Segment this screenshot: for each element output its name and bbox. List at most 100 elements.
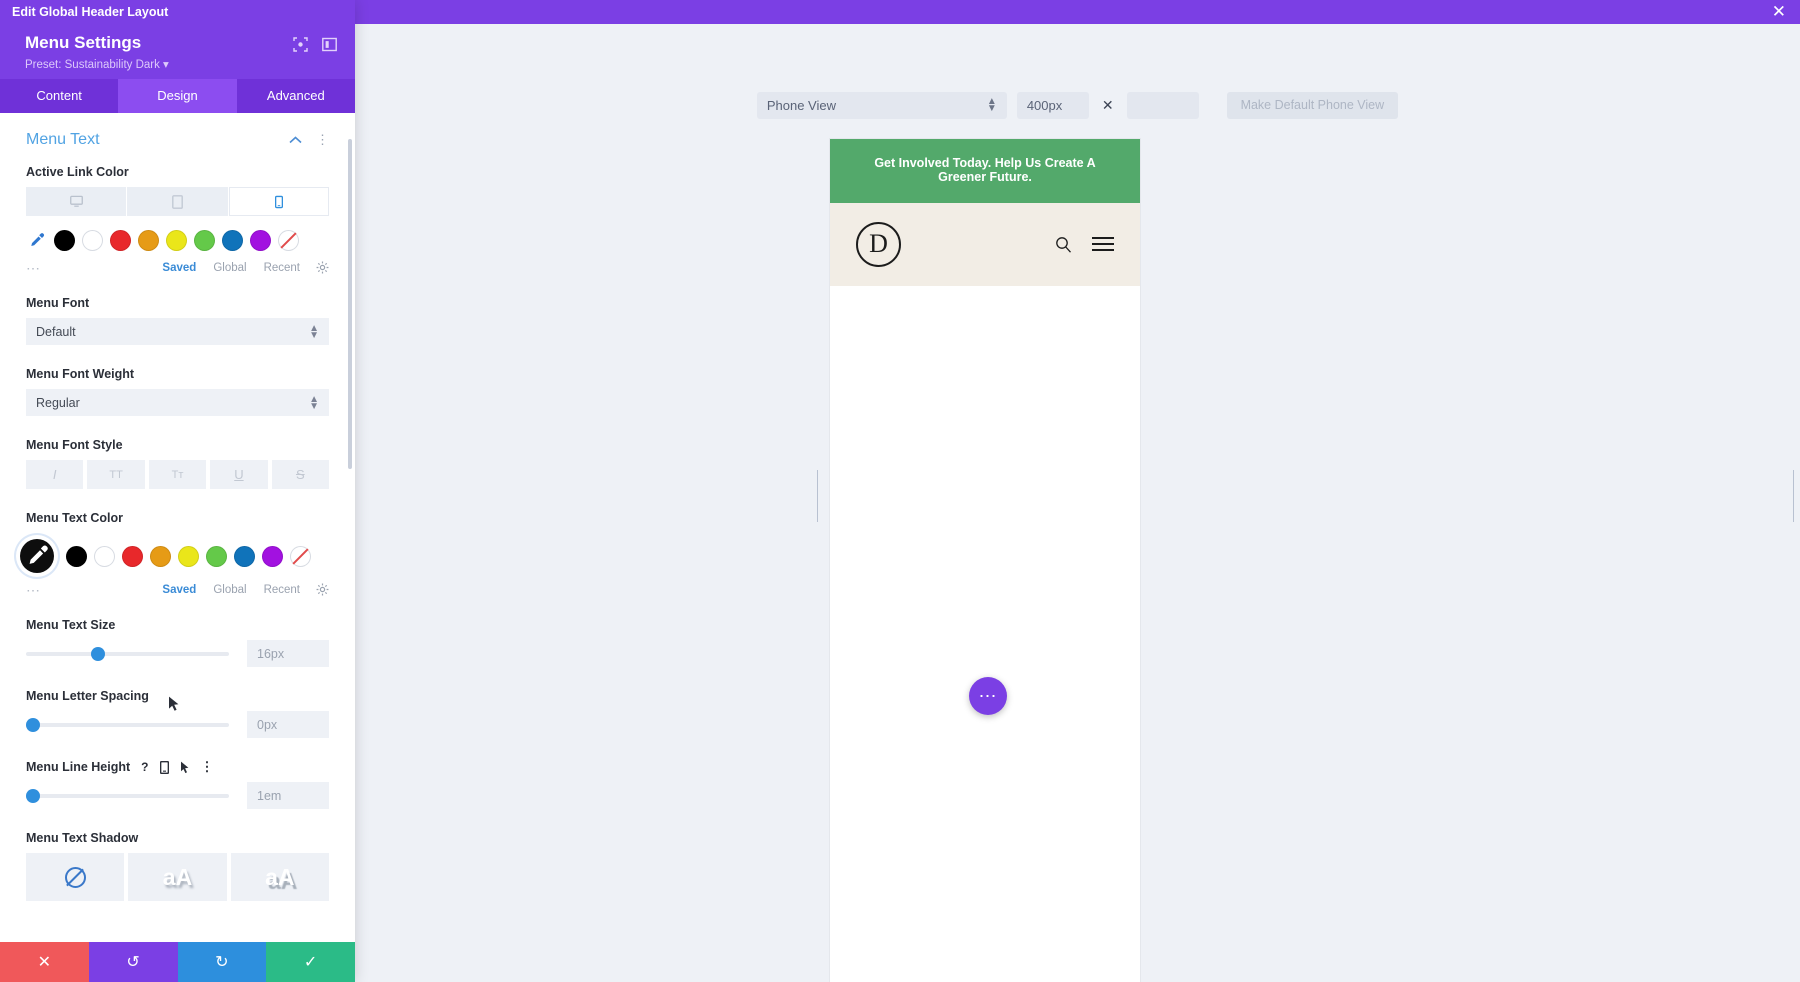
shadow-preset-2-button[interactable]: aA (231, 853, 329, 901)
ellipsis-icon: ⋯ (979, 686, 998, 707)
swatch-yellow[interactable] (166, 230, 187, 251)
palette-tab-recent[interactable]: Recent (264, 262, 300, 274)
none-preset-button[interactable] (26, 853, 124, 901)
swatch-black[interactable] (54, 230, 75, 251)
slider-knob[interactable] (91, 647, 105, 661)
menu-line-height-label-row: Menu Line Height ? ⋮ (26, 760, 329, 774)
swatch-black[interactable] (66, 546, 87, 567)
settings-panel: Menu Text ⋮ Active Link Color (0, 113, 355, 942)
field-menu-line-height: Menu Line Height ? ⋮ 1em (26, 760, 329, 809)
make-default-phone-view-button[interactable]: Make Default Phone View (1227, 92, 1399, 119)
uppercase-button[interactable]: TT (87, 460, 144, 489)
swatch-white[interactable] (94, 546, 115, 567)
hamburger-icon[interactable] (1092, 233, 1114, 255)
cancel-button[interactable]: ✕ (0, 942, 89, 982)
panel-scrollbar[interactable] (348, 139, 352, 469)
palette-tab-recent[interactable]: Recent (264, 584, 300, 596)
desktop-icon[interactable] (26, 187, 126, 216)
preset-label[interactable]: Preset: Sustainability Dark ▾ (25, 57, 337, 71)
palette-tab-global[interactable]: Global (213, 262, 246, 274)
redo-button[interactable]: ↻ (178, 942, 267, 982)
underline-button[interactable]: U (210, 460, 267, 489)
eyedropper-icon[interactable] (20, 539, 54, 573)
more-dots-icon[interactable]: ⋯ (26, 264, 41, 272)
section-kebab-menu-icon[interactable]: ⋮ (316, 138, 329, 142)
search-icon[interactable] (1055, 236, 1072, 253)
swatch-transparent[interactable] (290, 546, 311, 567)
menu-line-height-slider[interactable] (26, 794, 229, 798)
field-menu-text-shadow: Menu Text Shadow aA aA (26, 831, 329, 901)
viewport-toolbar: Phone View ▲▼ 400px ✕ Make Default Phone… (355, 88, 1800, 122)
viewport-height-input[interactable] (1127, 92, 1199, 119)
no-shadow-icon (65, 867, 86, 888)
builder-fab-button[interactable]: ⋯ (969, 677, 1007, 715)
tab-design[interactable]: Design (118, 79, 236, 113)
menu-font-weight-select[interactable]: Regular ▲▼ (26, 389, 329, 416)
menu-letter-spacing-value: 0px (257, 718, 277, 732)
close-icon[interactable]: ✕ (1772, 3, 1786, 21)
resize-handle-left[interactable] (817, 470, 824, 496)
palette-tab-global[interactable]: Global (213, 584, 246, 596)
modal-action-bar: ✕ ↺ ↻ ✓ (0, 942, 355, 982)
menu-text-shadow-label: Menu Text Shadow (26, 831, 329, 845)
phone-icon[interactable] (160, 761, 169, 774)
phone-icon[interactable] (229, 187, 329, 216)
swatch-red[interactable] (122, 546, 143, 567)
chevron-up-icon[interactable] (289, 133, 302, 147)
menu-font-select[interactable]: Default ▲▼ (26, 318, 329, 345)
more-dots-icon[interactable]: ⋯ (26, 586, 41, 594)
swatch-white[interactable] (82, 230, 103, 251)
save-button[interactable]: ✓ (266, 942, 355, 982)
eyedropper-icon[interactable] (26, 230, 47, 251)
menu-font-label: Menu Font (26, 296, 329, 310)
shadow-preset-2-glyph: aA (265, 864, 294, 891)
palette-tab-saved[interactable]: Saved (162, 584, 196, 596)
menu-letter-spacing-slider[interactable] (26, 723, 229, 727)
swatch-red[interactable] (110, 230, 131, 251)
cursor-icon[interactable] (180, 761, 190, 774)
chevron-updown-icon: ▲▼ (309, 396, 319, 410)
strikethrough-button[interactable]: S (272, 460, 329, 489)
focus-target-icon[interactable] (293, 37, 308, 52)
slider-knob[interactable] (26, 718, 40, 732)
swatch-yellow[interactable] (178, 546, 199, 567)
tablet-icon[interactable] (127, 187, 227, 216)
shadow-preset-1-button[interactable]: aA (128, 853, 226, 901)
tab-content[interactable]: Content (0, 79, 118, 113)
palette-tab-saved[interactable]: Saved (162, 262, 196, 274)
menu-line-height-label: Menu Line Height (26, 760, 130, 774)
slider-knob[interactable] (26, 789, 40, 803)
section-menu-text-header[interactable]: Menu Text ⋮ (26, 113, 329, 165)
viewport-mode-select[interactable]: Phone View ▲▼ (757, 92, 1007, 119)
swatch-purple[interactable] (250, 230, 271, 251)
resize-handle-right[interactable] (1793, 470, 1800, 496)
viewport-mode-value: Phone View (767, 98, 987, 113)
kebab-menu-icon[interactable]: ⋮ (201, 765, 214, 769)
help-icon[interactable]: ? (141, 760, 148, 774)
swatch-purple[interactable] (262, 546, 283, 567)
gear-icon[interactable] (316, 261, 329, 274)
field-menu-text-color: Menu Text Color ⋯ Sa (26, 511, 329, 596)
swatch-orange[interactable] (150, 546, 171, 567)
tab-advanced[interactable]: Advanced (237, 79, 355, 113)
gear-icon[interactable] (316, 583, 329, 596)
menu-text-size-slider[interactable] (26, 652, 229, 656)
swatch-orange[interactable] (138, 230, 159, 251)
swatch-blue[interactable] (222, 230, 243, 251)
menu-text-size-input[interactable]: 16px (247, 640, 329, 667)
small-caps-button[interactable]: Tт (149, 460, 206, 489)
menu-letter-spacing-input[interactable]: 0px (247, 711, 329, 738)
active-link-color-swatches (26, 230, 329, 251)
layout-columns-icon[interactable] (322, 37, 337, 52)
italic-button[interactable]: I (26, 460, 83, 489)
viewport-width-input[interactable]: 400px (1017, 92, 1089, 119)
swatch-blue[interactable] (234, 546, 255, 567)
menu-line-height-input[interactable]: 1em (247, 782, 329, 809)
swatch-transparent[interactable] (278, 230, 299, 251)
phone-preview-frame: Get Involved Today. Help Us Create A Gre… (830, 139, 1140, 982)
active-link-color-label: Active Link Color (26, 165, 329, 179)
swatch-green[interactable] (206, 546, 227, 567)
swatch-green[interactable] (194, 230, 215, 251)
undo-button[interactable]: ↺ (89, 942, 178, 982)
logo[interactable]: D (856, 222, 901, 267)
